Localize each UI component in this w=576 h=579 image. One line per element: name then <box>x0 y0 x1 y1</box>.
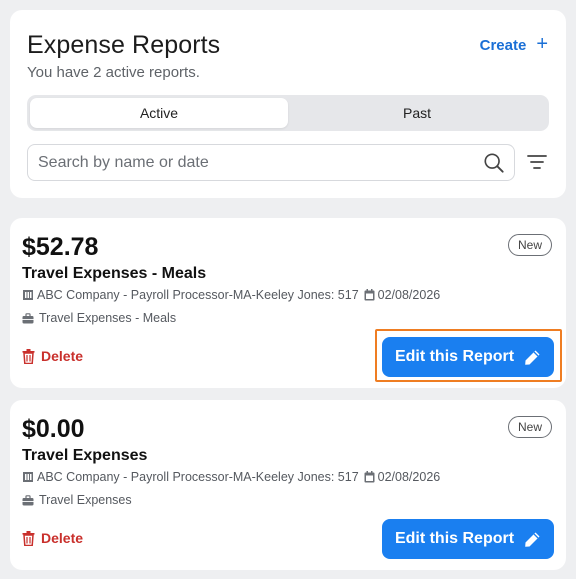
trash-icon <box>22 348 35 364</box>
report-date: 02/08/2026 <box>377 470 441 484</box>
delete-label: Delete <box>41 348 84 364</box>
building-icon <box>23 290 33 300</box>
delete-button[interactable]: Delete <box>22 530 83 546</box>
header-card: Expense Reports You have 2 active report… <box>10 10 566 198</box>
report-category: Travel Expenses <box>39 493 132 507</box>
create-button[interactable]: Create + <box>479 33 548 55</box>
report-category-line: Travel Expenses - Meals <box>22 311 176 325</box>
edit-label: Edit this Report <box>394 530 515 547</box>
delete-button[interactable]: Delete <box>22 348 83 364</box>
report-title: Travel Expenses - Meals <box>22 265 207 282</box>
filter-icon[interactable] <box>526 151 548 173</box>
delete-label: Delete <box>41 530 84 546</box>
calendar-icon <box>364 289 375 301</box>
search-box <box>27 144 515 181</box>
briefcase-icon <box>22 494 34 505</box>
report-category-line: Travel Expenses <box>22 493 132 507</box>
status-badge: New <box>507 416 552 438</box>
report-amount: $0.00 <box>22 415 85 443</box>
report-title: Travel Expenses <box>22 447 148 464</box>
search-icon[interactable] <box>483 152 505 174</box>
edit-report-button[interactable]: Edit this Report <box>382 519 554 559</box>
briefcase-icon <box>22 312 34 323</box>
page-title: Expense Reports <box>27 31 221 59</box>
trash-icon <box>22 530 35 546</box>
plus-icon: + <box>536 33 548 55</box>
page-subtitle: You have 2 active reports. <box>27 64 200 81</box>
search-input[interactable] <box>38 145 468 180</box>
tab-active[interactable]: Active <box>30 98 288 128</box>
create-label: Create <box>479 36 527 54</box>
report-meta: ABC Company - Payroll Processor-MA-Keele… <box>22 288 440 302</box>
pencil-icon <box>525 532 540 547</box>
report-date: 02/08/2026 <box>377 288 441 302</box>
status-tabs: Active Past <box>27 95 549 131</box>
report-meta: ABC Company - Payroll Processor-MA-Keele… <box>22 470 440 484</box>
report-amount: $52.78 <box>22 233 99 261</box>
status-badge: New <box>507 234 552 256</box>
edit-report-button[interactable]: Edit this Report <box>382 337 554 377</box>
company-name: ABC Company - Payroll Processor-MA-Keele… <box>37 470 359 484</box>
building-icon <box>23 472 33 482</box>
report-card: $52.78 New Travel Expenses - Meals ABC C… <box>10 218 566 388</box>
calendar-icon <box>364 471 375 483</box>
company-name: ABC Company - Payroll Processor-MA-Keele… <box>37 288 359 302</box>
edit-label: Edit this Report <box>394 348 515 365</box>
tab-past[interactable]: Past <box>288 98 546 128</box>
pencil-icon <box>525 350 540 365</box>
report-category: Travel Expenses - Meals <box>39 311 177 325</box>
report-card: $0.00 New Travel Expenses ABC Company - … <box>10 400 566 570</box>
